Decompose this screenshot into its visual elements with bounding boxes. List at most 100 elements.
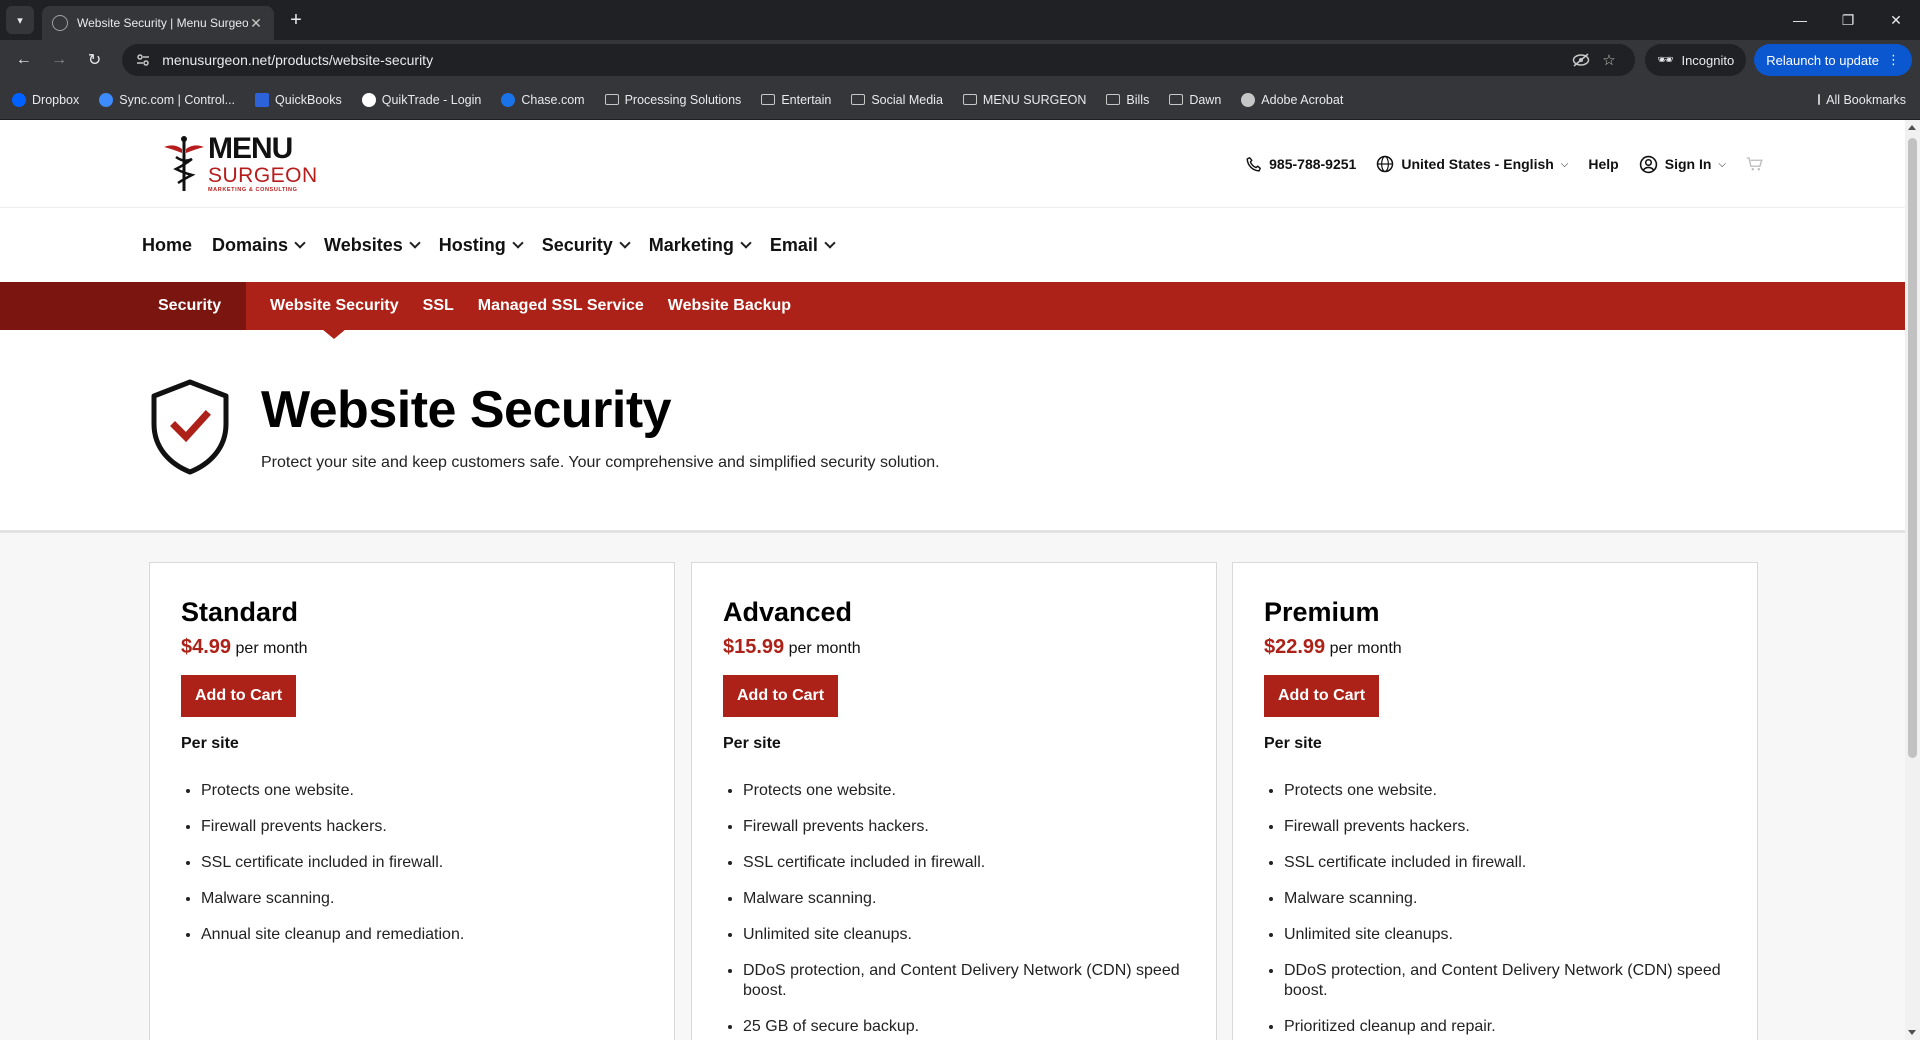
user-circle-icon [1639,155,1657,173]
utility-nav: 985-788-9251 United States - English ⌵ H… [1245,120,1764,208]
all-bookmarks-button[interactable]: All Bookmarks [1818,93,1906,107]
arrow-right-icon: → [51,51,68,68]
close-icon[interactable]: ✕ [248,15,264,32]
bookmark-label: Dawn [1189,92,1222,107]
bookmark-item[interactable]: MENU SURGEON [962,92,1087,107]
all-bookmarks-label: All Bookmarks [1826,92,1906,107]
add-to-cart-button[interactable]: Add to Cart [1264,675,1380,717]
logo-line1: MENU [208,131,293,165]
folder-icon [1818,94,1821,105]
star-icon[interactable]: ☆ [1595,51,1623,69]
shield-check-icon [151,379,229,475]
phone-link[interactable]: 985-788-9251 [1245,156,1356,173]
bookmark-item[interactable]: Chase.com [501,92,585,107]
bookmark-item[interactable]: Social Media [851,93,943,107]
cart-button[interactable] [1746,156,1764,172]
bookmark-label: Processing Solutions [624,92,742,107]
page-scrollbar[interactable] [1905,120,1920,1040]
plan-card-premium: Premium $22.99 per month Add to Cart Per si… [1232,562,1758,1040]
incognito-icon: 🕶 [1656,52,1674,67]
bookmark-item[interactable]: QuikTrade - Login [361,92,481,107]
address-bar[interactable]: menusurgeon.net/products/website-securit… [122,44,1635,76]
nav-item-home[interactable]: Home [142,235,192,256]
new-tab-button[interactable]: + [284,9,308,32]
bookmark-item[interactable]: Bills [1106,93,1149,107]
restore-button[interactable]: ❐ [1824,0,1872,40]
folder-icon [962,94,977,105]
bookmark-item[interactable]: Dropbox [12,92,79,107]
plan-name: Premium [1264,597,1380,627]
feature-item: Protects one website. [201,781,643,801]
nav-item-marketing[interactable]: Marketing [648,234,752,256]
site-info-icon[interactable] [134,51,152,69]
nav-item-security[interactable]: Security [542,235,631,256]
nav-item-email[interactable]: Email [769,234,836,256]
hero-section: Website Security Protect your site and k… [0,330,1920,533]
sub-nav-item-website-security[interactable]: Website Security [270,282,399,330]
plan-unit: Per site [1264,735,1322,752]
nav-item-hosting[interactable]: Hosting [439,235,524,256]
price-period: per month [788,640,861,657]
feature-item: Unlimited site cleanups. [743,925,1185,945]
bookmark-item[interactable]: Adobe Acrobat [1241,92,1343,107]
chase-icon [501,92,516,107]
bookmark-item[interactable]: Sync.com | Control... [99,92,235,107]
more-vertical-icon[interactable]: ⋮ [1887,52,1900,68]
browser-tab-active[interactable]: Website Security | Menu Surgeon ✕ [42,6,274,40]
plan-price: $15.99 per month [723,636,1185,659]
feature-list: Protects one website. Firewall prevents h… [723,781,1185,1037]
tab-search-button[interactable]: ▾ [6,6,34,34]
bookmark-label: Entertain [781,92,832,107]
plan-card-advanced: Advanced $15.99 per month Add to Cart Per s… [691,562,1217,1040]
bookmark-item[interactable]: Processing Solutions [604,92,742,107]
relaunch-button[interactable]: Relaunch to update ⋮ [1754,44,1912,76]
site-logo[interactable]: MENU SURGEON MARKETING & CONSULTING [162,131,318,194]
caduceus-logo-icon [164,135,204,191]
bookmark-item[interactable]: Entertain [761,93,831,107]
sub-nav-item-ssl[interactable]: SSL [423,282,454,330]
chevron-down-icon [740,236,752,249]
url-text: menusurgeon.net/products/website-securit… [162,52,434,68]
scroll-down-arrow[interactable] [1908,1030,1916,1035]
nav-item-websites[interactable]: Websites [324,234,421,256]
nav-item-label: Websites [324,234,403,255]
nav-item-label: Email [769,234,818,255]
sub-nav-section-title[interactable]: Security [0,282,246,330]
scroll-up-arrow[interactable] [1908,125,1916,130]
folder-icon [1106,94,1121,105]
plan-name: Standard [181,597,299,627]
site-header: MENU SURGEON MARKETING & CONSULTING 985-… [0,120,1920,208]
eye-off-icon[interactable] [1567,53,1595,67]
back-button[interactable]: ← [8,44,39,76]
incognito-indicator[interactable]: 🕶 Incognito [1644,44,1747,76]
add-to-cart-button[interactable]: Add to Cart [181,675,297,717]
add-to-cart-button[interactable]: Add to Cart [723,675,839,717]
forward-button[interactable]: → [43,44,74,76]
sub-nav-item-website-backup[interactable]: Website Backup [668,282,791,330]
nav-item-domains[interactable]: Domains [212,235,306,256]
minimize-button[interactable]: — [1776,0,1824,40]
security-sub-nav: Security Website Security SSL Managed SSL … [0,282,1905,330]
feature-item: SSL certificate included in firewall. [201,853,643,873]
feature-list: Protects one website. Firewall prevents h… [181,781,643,945]
close-window-button[interactable]: ✕ [1872,0,1920,40]
sub-nav-item-managed-ssl-service[interactable]: Managed SSL Service [478,282,644,330]
nav-item-label: Marketing [648,234,734,255]
page-subtitle: Protect your site and keep customers saf… [261,454,940,471]
plan-price: $4.99 per month [181,636,643,659]
bookmark-item[interactable]: QuickBooks [255,92,342,107]
bookmark-item[interactable]: Dawn [1169,93,1221,107]
folder-icon [761,94,776,105]
plan-price: $22.99 per month [1264,636,1726,659]
sign-in-label: Sign In [1664,156,1712,172]
help-link[interactable]: Help [1588,156,1618,172]
locale-selector[interactable]: United States - English ⌵ [1376,155,1568,173]
browser-toolbar: ← → ↻ menusurgeon.net/products/website-s… [0,40,1920,80]
plan-name: Advanced [723,597,853,627]
reload-button[interactable]: ↻ [79,44,110,76]
sign-in-menu[interactable]: Sign In ⌵ [1639,155,1726,174]
bookmark-label: MENU SURGEON [982,92,1087,107]
scrollbar-thumb[interactable] [1908,138,1917,758]
plan-card-standard: Standard $4.99 per month Add to Cart Per si… [149,562,675,1040]
chevron-down-icon [409,236,421,249]
